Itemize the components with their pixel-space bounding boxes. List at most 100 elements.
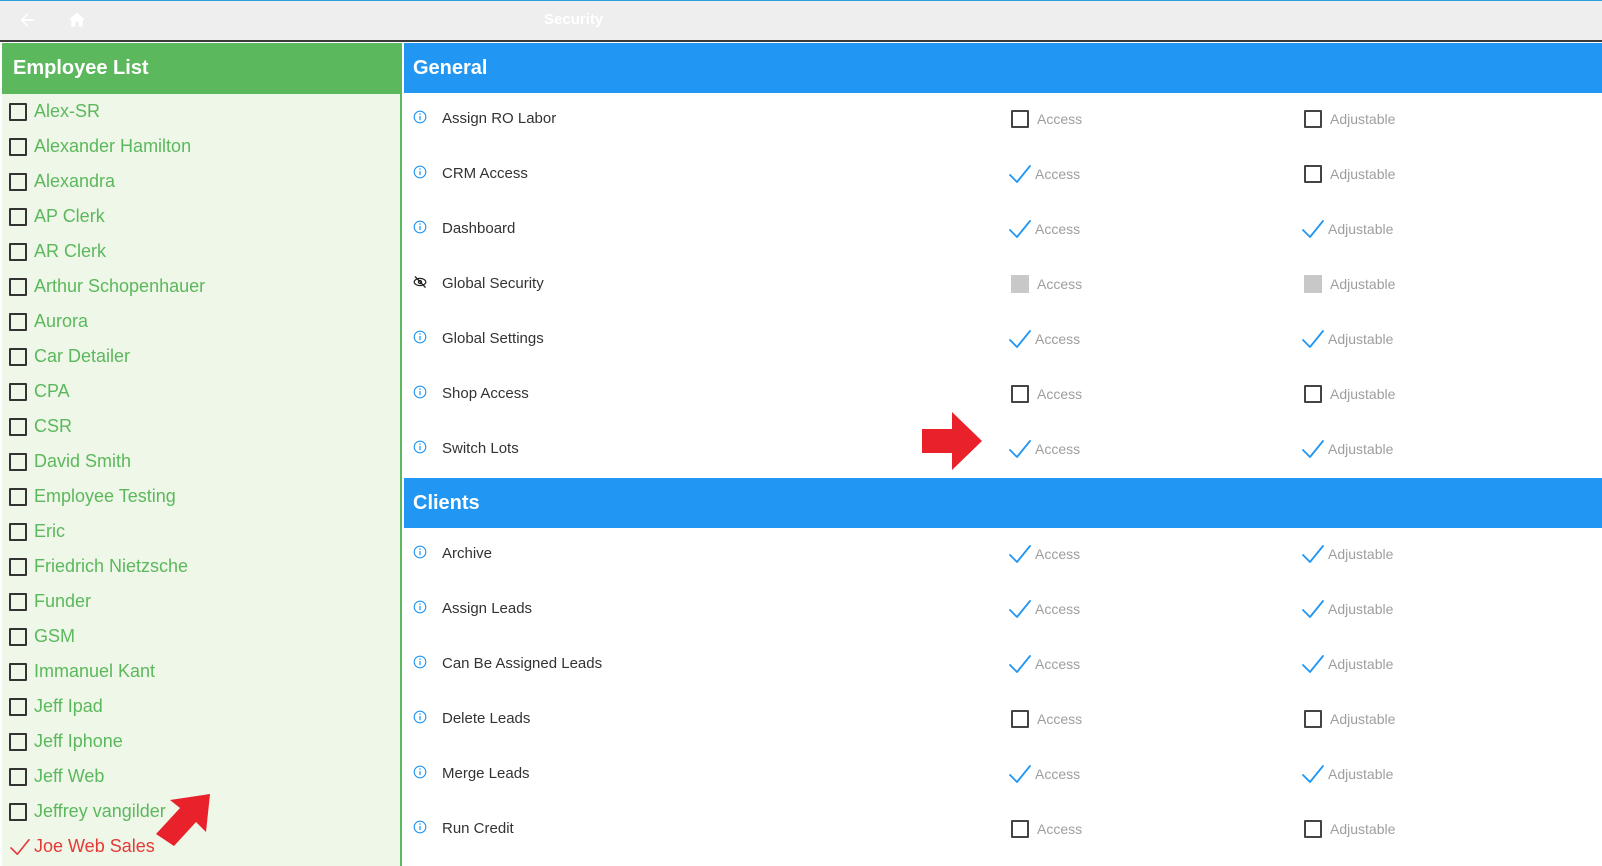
employee-checkbox[interactable] [9,522,27,541]
employee-item[interactable]: Immanuel Kant [2,654,400,689]
access-toggle[interactable]: Access [1011,820,1082,838]
employee-item[interactable]: Jeff Ipad [2,689,400,724]
adjustable-checkbox[interactable] [1304,165,1322,183]
info-circle-icon[interactable] [413,820,427,834]
adjustable-toggle[interactable]: Adjustable [1304,820,1395,838]
employee-item[interactable]: Alexander Hamilton [2,129,400,164]
employee-checkbox[interactable] [9,697,27,716]
info-circle-icon[interactable] [413,710,427,724]
employee-checkbox[interactable] [9,627,27,646]
access-toggle[interactable]: Access [1011,110,1082,128]
employee-item[interactable]: AP Clerk [2,199,400,234]
info-circle-icon[interactable] [413,165,427,179]
employee-checkbox[interactable] [9,662,27,681]
adjustable-toggle[interactable]: Adjustable [1304,165,1395,183]
employee-item[interactable]: CPA [2,374,400,409]
employee-checkbox[interactable] [9,417,27,436]
access-toggle[interactable]: Access [1008,220,1080,238]
adjustable-toggle[interactable]: Adjustable [1304,110,1395,128]
access-checkbox[interactable] [1008,220,1032,238]
home-button[interactable] [64,7,90,33]
info-circle-icon[interactable] [413,765,427,779]
employee-checkbox[interactable] [9,557,27,576]
employee-item[interactable]: CSR [2,409,400,444]
employee-item[interactable]: Alex-SR [2,94,400,129]
employee-item[interactable]: Aurora [2,304,400,339]
employee-checkbox[interactable] [9,592,27,611]
access-toggle[interactable]: Access [1011,710,1082,728]
access-checkbox[interactable] [1008,165,1032,183]
access-toggle[interactable]: Access [1008,165,1080,183]
info-circle-icon[interactable] [413,655,427,669]
employee-checkbox[interactable] [9,207,27,226]
adjustable-toggle[interactable]: Adjustable [1301,220,1393,238]
access-toggle[interactable]: Access [1008,440,1080,458]
info-circle-icon[interactable] [413,600,427,614]
adjustable-toggle[interactable]: Adjustable [1301,545,1393,563]
adjustable-toggle[interactable]: Adjustable [1302,765,1393,783]
info-circle-icon[interactable] [413,545,427,559]
back-button[interactable] [14,7,40,33]
info-circle-icon[interactable] [413,110,427,124]
access-toggle[interactable]: Access [1009,545,1080,563]
adjustable-checkbox[interactable] [1301,655,1325,673]
employee-item[interactable]: Employee Testing [2,479,400,514]
adjustable-checkbox[interactable] [1301,330,1325,348]
access-checkbox[interactable] [1008,600,1032,618]
adjustable-toggle[interactable]: Adjustable [1301,600,1393,618]
adjustable-checkbox[interactable] [1301,545,1325,563]
employee-checkbox[interactable] [9,487,27,506]
info-circle-icon[interactable] [413,440,427,454]
access-checkbox[interactable] [1011,110,1029,128]
access-toggle[interactable]: Access [1011,385,1082,403]
adjustable-checkbox[interactable] [1304,710,1322,728]
employee-item[interactable]: Arthur Schopenhauer [2,269,400,304]
adjustable-checkbox[interactable] [1301,600,1325,618]
access-toggle[interactable]: Access [1008,330,1080,348]
employee-checkbox[interactable] [9,767,27,786]
employee-checkbox[interactable] [9,837,34,857]
adjustable-checkbox[interactable] [1304,820,1322,838]
access-checkbox[interactable] [1011,820,1029,838]
employee-checkbox[interactable] [9,242,27,261]
adjustable-checkbox[interactable] [1304,110,1322,128]
access-checkbox[interactable] [1011,385,1029,403]
employee-item[interactable]: David Smith [2,444,400,479]
employee-item[interactable]: AR Clerk [2,234,400,269]
adjustable-toggle[interactable]: Adjustable [1304,710,1395,728]
info-circle-icon[interactable] [413,220,427,234]
access-toggle[interactable]: Access [1009,765,1080,783]
info-circle-icon[interactable] [413,330,427,344]
employee-checkbox[interactable] [9,312,27,331]
employee-item[interactable]: Eric [2,514,400,549]
adjustable-checkbox[interactable] [1301,220,1325,238]
employee-checkbox[interactable] [9,732,27,751]
employee-item[interactable]: Friedrich Nietzsche [2,549,400,584]
employee-checkbox[interactable] [9,382,27,401]
access-toggle[interactable]: Access [1008,655,1080,673]
employee-item[interactable]: Jeffrey vangilder [2,794,400,829]
employee-item[interactable]: Jeff Iphone [2,724,400,759]
access-checkbox[interactable] [1008,655,1032,673]
employee-checkbox[interactable] [9,802,27,821]
employee-item[interactable]: Jeff Web [2,759,400,794]
adjustable-toggle[interactable]: Adjustable [1301,330,1393,348]
adjustable-toggle[interactable]: Adjustable [1301,440,1393,458]
adjustable-checkbox[interactable] [1304,385,1322,403]
employee-item[interactable]: Alexandra [2,164,400,199]
access-checkbox[interactable] [1011,710,1029,728]
adjustable-toggle[interactable]: Adjustable [1304,385,1395,403]
employee-item[interactable]: Funder [2,584,400,619]
employee-checkbox[interactable] [9,452,27,471]
access-checkbox[interactable] [1008,440,1032,458]
employee-checkbox[interactable] [9,172,27,191]
access-checkbox[interactable] [1008,330,1032,348]
employee-item[interactable]: Joe Web Sales [2,829,400,864]
adjustable-toggle[interactable]: Adjustable [1301,655,1393,673]
employee-checkbox[interactable] [9,137,27,156]
employee-checkbox[interactable] [9,347,27,366]
info-circle-icon[interactable] [413,385,427,399]
access-toggle[interactable]: Access [1008,600,1080,618]
employee-item[interactable]: Car Detailer [2,339,400,374]
adjustable-checkbox[interactable] [1301,440,1325,458]
